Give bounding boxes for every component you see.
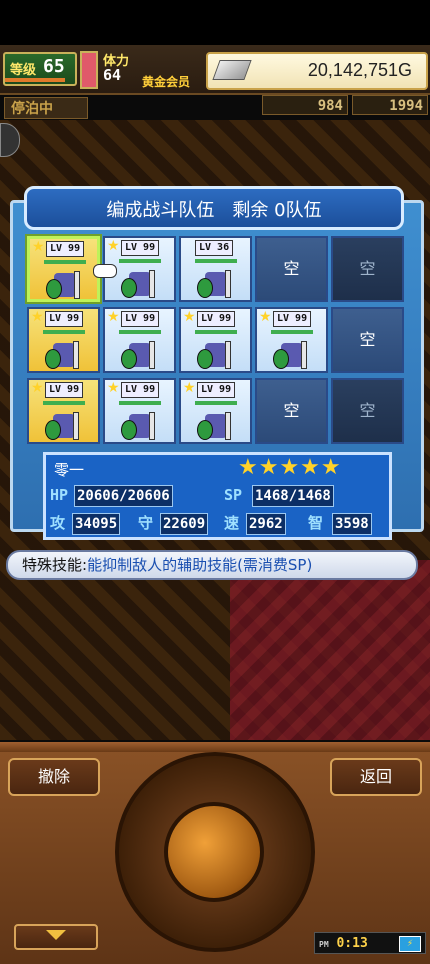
star-icon: ★ <box>107 309 120 325</box>
star-icon: ★ <box>107 238 120 254</box>
character-sprite-icon <box>197 410 235 442</box>
character-sprite-icon <box>121 339 159 371</box>
level-tag: LV 99 <box>46 241 85 257</box>
character-sprite-icon <box>121 410 159 442</box>
team-slot-member[interactable]: ★ LV 99 <box>27 378 100 444</box>
hp-bar <box>43 330 85 334</box>
special-skill-bar: 特殊技能:能抑制敌人的辅助技能(需消费SP) <box>6 550 418 580</box>
team-slot-empty[interactable]: 空 <box>255 378 328 444</box>
medal-counter: 1994 <box>352 95 428 115</box>
character-name: 零一 <box>54 461 85 479</box>
star-icon: ★ <box>32 239 45 255</box>
money-display: 20,142,751G <box>206 52 428 90</box>
character-sprite-icon <box>45 339 83 371</box>
defense-label: 守 <box>138 514 154 532</box>
team-slot-member[interactable]: ★ LV 99 <box>27 236 100 302</box>
character-sprite-icon <box>121 268 159 300</box>
level-tag: LV 99 <box>197 382 236 398</box>
hp-value: 20606/20606 <box>74 485 173 507</box>
star-icon: ★ <box>31 309 44 325</box>
battery-icon: ⚡ <box>399 936 421 952</box>
down-arrow-icon <box>46 930 66 940</box>
team-slot-empty[interactable]: 空 <box>331 236 404 302</box>
hp-bar <box>119 401 161 405</box>
level-tag: LV 36 <box>195 240 234 256</box>
star-icon: ★ <box>107 380 120 396</box>
time-value: 0:13 <box>336 936 368 951</box>
hp-bar <box>195 259 237 263</box>
docked-status: 停泊中 <box>4 97 88 119</box>
membership-label: 黄金会员 <box>142 75 191 89</box>
level-tag: LV 99 <box>121 240 160 256</box>
team-slot-empty[interactable]: 空 <box>255 236 328 302</box>
carpet-background <box>230 560 430 740</box>
sp-label: SP <box>224 486 243 504</box>
intelligence-label: 智 <box>308 514 324 532</box>
silver-bar-icon <box>212 60 252 80</box>
level-tag: LV 99 <box>121 382 160 398</box>
rarity-stars: ★★★★★ <box>238 455 342 480</box>
sp-value: 1468/1468 <box>252 485 334 507</box>
star-icon: ★ <box>183 309 196 325</box>
remove-button[interactable]: 撤除 <box>8 758 100 796</box>
character-sprite-icon <box>273 339 311 371</box>
hp-bar <box>119 330 161 334</box>
level-tag: LV 99 <box>273 311 312 327</box>
wood-edge <box>0 742 430 752</box>
skill-label: 特殊技能: <box>22 556 88 574</box>
bag-counter: 984 <box>262 95 348 115</box>
hp-sp-row: HP 20606/20606 SP 1468/1468 <box>48 485 388 507</box>
skill-description: 能抑制敌人的辅助技能(需消费SP) <box>87 556 313 574</box>
hp-label: HP <box>50 486 69 504</box>
intelligence-value: 3598 <box>332 513 372 535</box>
level-value: 65 <box>43 56 65 77</box>
hp-bar <box>195 330 237 334</box>
attribute-row: 攻 34095 守 22609 速 2962 智 3598 <box>48 513 388 535</box>
hp-bar <box>43 401 85 405</box>
defense-value: 22609 <box>160 513 209 535</box>
attack-label: 攻 <box>50 514 66 532</box>
level-tag: LV 99 <box>197 311 236 327</box>
character-sprite-icon <box>197 268 235 300</box>
level-tag: LV 99 <box>45 311 84 327</box>
team-slot-member[interactable]: ★ LV 99 <box>179 378 252 444</box>
hp-bar <box>44 260 86 264</box>
hand-pointer-icon <box>93 264 117 278</box>
character-info: 零一 ★★★★★ HP 20606/20606 SP 1468/1468 攻 3… <box>43 452 392 540</box>
money-value: 20,142,751G <box>307 60 412 80</box>
stamina-gauge <box>80 51 98 89</box>
level-tag: LV 99 <box>45 382 84 398</box>
team-slot-empty[interactable]: 空 <box>331 378 404 444</box>
star-icon: ★ <box>259 309 272 325</box>
team-slot-member[interactable]: ★ LV 99 <box>27 307 100 373</box>
team-slot-member[interactable]: ★ LV 99 <box>103 307 176 373</box>
hp-bar <box>119 259 161 263</box>
scroll-down-button[interactable] <box>14 924 98 950</box>
team-slot-member[interactable]: ★ LV 99 <box>103 378 176 444</box>
time-period: PM <box>319 940 329 949</box>
team-slot-member[interactable]: LV 36 <box>179 236 252 302</box>
stamina-value: 64 <box>103 66 122 84</box>
star-icon: ★ <box>183 380 196 396</box>
back-button[interactable]: 返回 <box>330 758 422 796</box>
team-slot-member[interactable]: ★ LV 99 <box>255 307 328 373</box>
exp-bar <box>5 78 65 82</box>
level-tag: LV 99 <box>121 311 160 327</box>
dpad-center-button[interactable] <box>164 802 264 902</box>
character-sprite-icon <box>45 410 83 442</box>
panel-title: 编成战斗队伍 剩余 0队伍 <box>24 186 404 230</box>
star-icon: ★ <box>31 380 44 396</box>
level-label: 等级 <box>10 63 37 78</box>
speed-label: 速 <box>224 514 240 532</box>
team-slot-empty[interactable]: 空 <box>331 307 404 373</box>
character-sprite-icon <box>46 269 84 301</box>
game-clock: PM 0:13 ⚡ <box>314 932 426 954</box>
top-black-bar <box>0 0 430 45</box>
speed-value: 2962 <box>246 513 286 535</box>
team-slot-member[interactable]: ★ LV 99 <box>179 307 252 373</box>
hp-bar <box>195 401 237 405</box>
character-sprite-icon <box>197 339 235 371</box>
attack-value: 34095 <box>72 513 121 535</box>
hp-bar <box>271 330 313 334</box>
